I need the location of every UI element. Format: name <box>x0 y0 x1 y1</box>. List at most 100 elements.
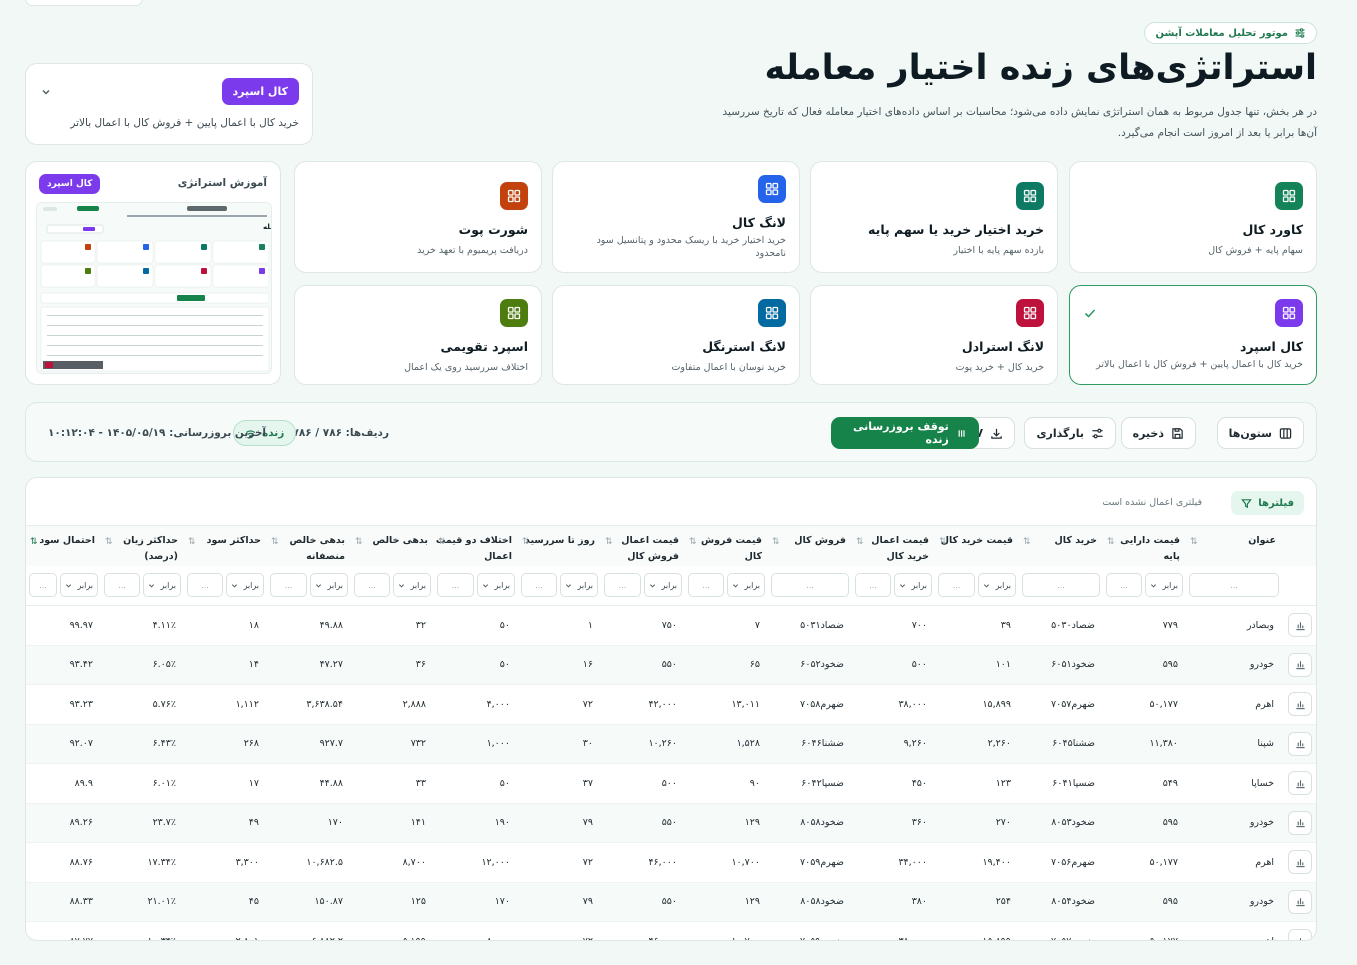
filter-operator-select[interactable]: برابر <box>560 573 598 598</box>
table-row[interactable]: اهرم ۵۰,۱۷۷ ضهرم۷۰۵۶ ۱۹,۴۰۰ ۳۴,۰۰۰ ضهرم۷۰۵۹ ۱۰… <box>26 842 1316 883</box>
sort-icon[interactable]: ⇅ <box>30 534 38 550</box>
stop-button-label: توقف بروزرسانی زنده <box>852 420 949 446</box>
filter-operator-select[interactable]: برابر <box>1145 573 1183 598</box>
filter-operator-select[interactable]: برابر <box>310 573 348 598</box>
row-chart-button[interactable] <box>1288 771 1312 796</box>
filter-value-input[interactable]: ... <box>938 573 975 598</box>
filter-value-input[interactable]: ... <box>354 573 390 598</box>
filter-value-input[interactable]: ... <box>855 573 891 598</box>
column-header[interactable]: قیمت اعمال فروش کال ⇅ <box>601 525 685 566</box>
filter-value-input[interactable]: ... <box>437 573 474 598</box>
column-header[interactable]: بدهی خالص ⇅ <box>351 525 434 566</box>
column-header[interactable]: حداکثر زیان (درصد) ⇅ <box>101 525 184 566</box>
sort-icon[interactable]: ⇅ <box>188 534 196 550</box>
load-button[interactable]: بارگذاری <box>1024 417 1116 449</box>
filter-operator-select[interactable]: برابر <box>393 573 431 598</box>
column-header[interactable]: قیمت اعمال خرید کال ⇅ <box>852 525 935 566</box>
filter-value-input[interactable]: ... <box>187 573 223 598</box>
sort-icon[interactable]: ⇅ <box>271 534 279 550</box>
filter-operator-select[interactable]: برابر <box>477 573 515 598</box>
tutorial-thumbnail[interactable]: استراتژی‌های زنده اختیار معامله <box>36 202 272 374</box>
row-chart-button[interactable] <box>1288 731 1312 756</box>
column-header[interactable]: روز تا سررسید ⇅ <box>518 525 601 566</box>
strategy-card[interactable]: کال اسپرد خرید کال با اعمال پایین + فروش … <box>1069 285 1317 385</box>
column-header[interactable]: بدهی خالص منصفانه ⇅ <box>267 525 351 566</box>
column-header[interactable]: احتمال سود ⇅ <box>26 525 101 566</box>
strategy-card[interactable]: اسپرد تقویمی اختلاف سررسید روی یک اعمال <box>294 285 542 385</box>
table-row[interactable]: خودرو ۵۹۵ ضخود۶۰۵۱ ۱۰۱ ۵۰۰ ضخود۶۰۵۲ ۶۵ ۵۵۰ ۱۶ ۵۰ ۳… <box>26 645 1316 685</box>
strategy-selector[interactable]: کال اسپرد خرید کال با اعمال پایین + فروش… <box>25 63 313 145</box>
strategy-card[interactable]: لانگ استرنگل خرید نوسان با اعمال متفاوت <box>552 285 800 385</box>
filter-value-input[interactable]: ... <box>688 573 724 598</box>
sort-icon[interactable]: ⇅ <box>438 534 446 550</box>
table-cell: ۱۷۰ <box>434 882 518 922</box>
filter-operator-select[interactable]: برابر <box>644 573 682 598</box>
table-row[interactable]: اهرم۵۰,۱۷۷ضهرم۷۰۵۷۱۵,۸۹۹۳۸,۰۰۰ضهرم۷۰۵۹۱۰… <box>26 921 1316 940</box>
filter-value-input[interactable]: ... <box>521 573 557 598</box>
stop-live-update-button[interactable]: توقف بروزرسانی زنده <box>831 417 979 449</box>
table-row[interactable]: اهرم ۵۰,۱۷۷ ضهرم۷۰۵۷ ۱۵,۸۹۹ ۳۸,۰۰۰ ضهرم۷۰۵۸ ۱۳… <box>26 684 1316 725</box>
row-chart-button[interactable] <box>1288 810 1312 835</box>
strategy-grid-icon <box>1275 182 1303 210</box>
filters-button[interactable]: فیلترها <box>1231 491 1304 515</box>
row-chart-button[interactable] <box>1288 613 1312 638</box>
column-header[interactable]: قیمت دارایی پایه ⇅ <box>1103 525 1186 566</box>
row-chart-button[interactable] <box>1288 929 1312 940</box>
strategy-card[interactable]: کاورد کال سهام پایه + فروش کال <box>1069 161 1317 273</box>
row-chart-button[interactable] <box>1288 850 1312 875</box>
filter-value-input[interactable]: ... <box>29 573 57 598</box>
sort-icon[interactable]: ⇅ <box>689 534 697 550</box>
column-header[interactable]: عنوان ⇅ <box>1186 525 1282 566</box>
filter-operator-select[interactable]: برابر <box>226 573 264 598</box>
column-header[interactable]: قیمت خرید کال ⇅ <box>935 525 1019 566</box>
sort-icon[interactable]: ⇅ <box>772 534 780 550</box>
table-row[interactable]: خودرو ۵۹۵ ضخود۸۰۵۴ ۲۵۴ ۳۸۰ ضخود۸۰۵۸ ۱۲۹ ۵۵۰ ۷۹ ۱۷… <box>26 882 1316 922</box>
filter-operator-select[interactable]: برابر <box>978 573 1016 598</box>
filter-value-input[interactable]: ... <box>771 573 849 598</box>
filter-operator-select[interactable]: برابر <box>894 573 932 598</box>
sort-icon[interactable]: ⇅ <box>1023 534 1031 550</box>
sort-icon[interactable]: ⇅ <box>1107 534 1115 550</box>
strategy-card[interactable]: لانگ استرادل خرید کال + خرید پوت <box>810 285 1058 385</box>
strategy-card[interactable]: خرید اختیار خرید یا سهم پایه بازده سهم پا… <box>810 161 1058 273</box>
columns-button[interactable]: ستون‌ها <box>1216 417 1304 449</box>
filter-value-input[interactable]: ... <box>604 573 641 598</box>
table-cell: ۳۹ <box>935 605 1019 646</box>
filter-value-input[interactable]: ... <box>1189 573 1279 598</box>
row-chart-button[interactable] <box>1288 692 1312 717</box>
table-cell: ۲۳.۷٪ <box>101 803 184 843</box>
sort-icon[interactable]: ⇅ <box>105 534 113 550</box>
sort-icon[interactable]: ⇅ <box>605 534 613 550</box>
row-chart-button[interactable] <box>1288 652 1312 677</box>
strategy-card[interactable]: لانگ کال خرید اختیار خرید با ریسک محدود و… <box>552 161 800 273</box>
filter-value-input[interactable]: ... <box>1106 573 1142 598</box>
table-cell: ۵۰,۱۷۷ <box>1103 921 1186 940</box>
table-row[interactable]: خساپا ۵۴۹ ضسپا۶۰۴۱ ۱۲۳ ۴۵۰ ضسپا۶۰۴۲ ۹۰ ۵۰۰ ۳۷ ۵۰ ۳… <box>26 763 1316 804</box>
sort-icon[interactable]: ⇅ <box>939 534 947 550</box>
filter-operator-select[interactable]: برابر <box>727 573 765 598</box>
column-header[interactable]: فروش کال ⇅ <box>768 525 852 566</box>
table-cell: ضهرم۷۰۵۷ <box>1019 921 1103 940</box>
sort-icon[interactable]: ⇅ <box>355 534 363 550</box>
filter-operator-select[interactable]: برابر <box>143 573 181 598</box>
filter-value-input[interactable]: ... <box>1022 573 1100 598</box>
save-button[interactable]: ذخیره <box>1120 417 1196 449</box>
column-header[interactable]: خرید کال ⇅ <box>1019 525 1103 566</box>
sort-icon[interactable]: ⇅ <box>1190 534 1198 550</box>
table-row[interactable]: وبصادر ۷۷۹ ضصاد۵۰۳۰ ۳۹ ۷۰۰ ضصاد۵۰۳۱ ۷ ۷۵۰ ۱ ۵۰ ۳۲ ۴… <box>26 605 1316 646</box>
table-row[interactable]: خودرو ۵۹۵ ضخود۸۰۵۳ ۲۷۰ ۳۶۰ ضخود۸۰۵۸ ۱۲۹ ۵۵۰ ۷۹ ۱۹… <box>26 803 1316 843</box>
filter-value-input[interactable]: ... <box>270 573 307 598</box>
filter-operator-select[interactable]: برابر <box>60 573 98 598</box>
column-header[interactable]: حداکثر سود ⇅ <box>184 525 267 566</box>
filter-value-input[interactable]: ... <box>104 573 140 598</box>
column-header[interactable]: اختلاف دو قیمت اعمال ⇅ <box>434 525 518 566</box>
sort-icon[interactable]: ⇅ <box>522 534 530 550</box>
column-header[interactable]: قیمت فروش کال ⇅ <box>685 525 768 566</box>
strategy-tutorial-card[interactable]: آموزش استراتژی کال اسپرد استراتژی‌های زن… <box>25 161 281 385</box>
chevron-down-icon[interactable] <box>40 86 52 98</box>
sort-icon[interactable]: ⇅ <box>856 534 864 550</box>
strategy-card[interactable]: شورت پوت دریافت پریمیوم با تعهد خرید <box>294 161 542 273</box>
table-row[interactable]: شپنا ۱۱,۳۸۰ ضشنا۶۰۴۵ ۲,۲۶۰ ۹,۲۶۰ ضشنا۶۰۴۶ ۱,۵۲… <box>26 724 1316 764</box>
row-chart-button[interactable] <box>1288 889 1312 914</box>
filter-placeholder: ... <box>1230 580 1238 590</box>
